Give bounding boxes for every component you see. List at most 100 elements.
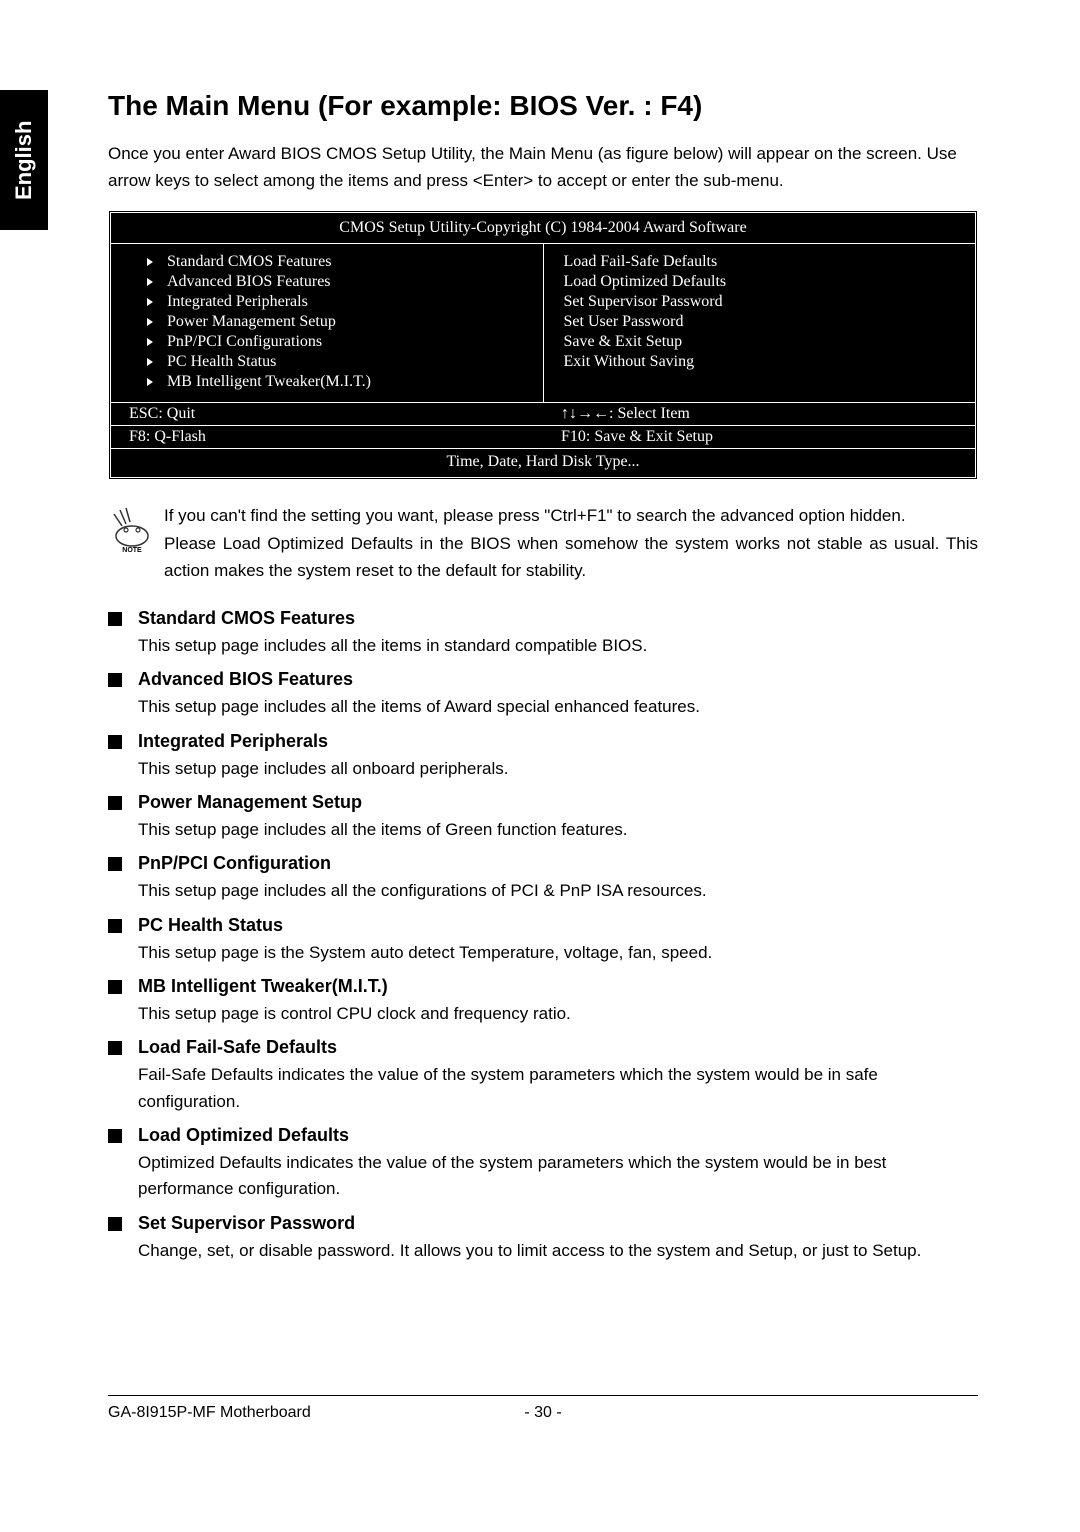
section-desc: This setup page includes all onboard per… <box>138 756 978 782</box>
note-text-1: If you can't find the setting you want, … <box>164 506 906 525</box>
bios-footer-arrows: ↑↓→←: Select Item <box>543 403 975 425</box>
section-title: Advanced BIOS Features <box>138 669 353 690</box>
bios-right-column: Load Fail-Safe Defaults Load Optimized D… <box>544 244 976 402</box>
arrow-icon <box>147 258 153 266</box>
bios-menu-item[interactable]: Power Management Setup <box>123 312 531 332</box>
arrow-icon <box>147 278 153 286</box>
bios-item-label: MB Intelligent Tweaker(M.I.T.) <box>167 373 371 391</box>
sections-list: Standard CMOS Features This setup page i… <box>108 608 978 1264</box>
section-desc: This setup page includes all the items o… <box>138 694 978 720</box>
bios-menu-item[interactable]: PC Health Status <box>123 352 531 372</box>
section-item: Set Supervisor Password Change, set, or … <box>108 1213 978 1264</box>
section-title: PnP/PCI Configuration <box>138 853 331 874</box>
section-title: PC Health Status <box>138 915 283 936</box>
bios-menu-item[interactable]: Exit Without Saving <box>556 352 964 372</box>
square-bullet-icon <box>108 919 122 933</box>
section-item: MB Intelligent Tweaker(M.I.T.) This setu… <box>108 976 978 1027</box>
section-title: Integrated Peripherals <box>138 731 328 752</box>
page-content: The Main Menu (For example: BIOS Ver. : … <box>108 90 978 1274</box>
section-desc: This setup page includes all the configu… <box>138 878 978 904</box>
section-desc: Fail-Safe Defaults indicates the value o… <box>138 1062 978 1115</box>
bios-footer-row: F8: Q-Flash F10: Save & Exit Setup <box>111 426 975 449</box>
footer-text: GA-8I915P-MF Motherboard - 30 - <box>108 1404 978 1422</box>
bios-menu-item[interactable]: Standard CMOS Features <box>123 252 531 272</box>
bios-item-label: Integrated Peripherals <box>167 293 308 311</box>
section-item: Standard CMOS Features This setup page i… <box>108 608 978 659</box>
section-title: Set Supervisor Password <box>138 1213 355 1234</box>
bios-menu-item[interactable]: Set User Password <box>556 312 964 332</box>
bios-item-label: Set User Password <box>564 313 684 331</box>
section-item: Integrated Peripherals This setup page i… <box>108 731 978 782</box>
square-bullet-icon <box>108 673 122 687</box>
bios-menu-item[interactable]: Advanced BIOS Features <box>123 272 531 292</box>
bios-item-label: Load Fail-Safe Defaults <box>564 253 718 271</box>
square-bullet-icon <box>108 612 122 626</box>
bios-help-text: Time, Date, Hard Disk Type... <box>111 449 975 477</box>
section-item: Load Optimized Defaults Optimized Defaul… <box>108 1125 978 1203</box>
bios-item-label: PnP/PCI Configurations <box>167 333 322 351</box>
bios-footer-f8: F8: Q-Flash <box>111 426 543 448</box>
language-label: English <box>11 120 37 199</box>
bios-footer-esc: ESC: Quit <box>111 403 543 425</box>
bios-menu-item[interactable]: Load Optimized Defaults <box>556 272 964 292</box>
bios-item-label: Save & Exit Setup <box>564 333 683 351</box>
section-title: Standard CMOS Features <box>138 608 355 629</box>
square-bullet-icon <box>108 1041 122 1055</box>
bios-footer-f10: F10: Save & Exit Setup <box>543 426 975 448</box>
square-bullet-icon <box>108 735 122 749</box>
note-text-2: Please Load Optimized Defaults in the BI… <box>164 534 978 580</box>
bios-item-label: PC Health Status <box>167 353 276 371</box>
section-title: Load Fail-Safe Defaults <box>138 1037 337 1058</box>
arrow-icon <box>147 358 153 366</box>
square-bullet-icon <box>108 796 122 810</box>
intro-text: Once you enter Award BIOS CMOS Setup Uti… <box>108 140 978 194</box>
bios-menu-item[interactable]: Set Supervisor Password <box>556 292 964 312</box>
section-title: Power Management Setup <box>138 792 362 813</box>
arrow-icon <box>147 298 153 306</box>
arrow-icon <box>147 318 153 326</box>
bios-menu-item[interactable]: PnP/PCI Configurations <box>123 332 531 352</box>
page-footer: GA-8I915P-MF Motherboard - 30 - <box>108 1395 978 1422</box>
footer-divider <box>108 1395 978 1396</box>
section-item: PnP/PCI Configuration This setup page in… <box>108 853 978 904</box>
section-item: Load Fail-Safe Defaults Fail-Safe Defaul… <box>108 1037 978 1115</box>
bios-header: CMOS Setup Utility-Copyright (C) 1984-20… <box>111 213 975 244</box>
section-title: MB Intelligent Tweaker(M.I.T.) <box>138 976 388 997</box>
section-desc: Optimized Defaults indicates the value o… <box>138 1150 978 1203</box>
bios-screen: CMOS Setup Utility-Copyright (C) 1984-20… <box>108 210 978 480</box>
bios-item-label: Power Management Setup <box>167 313 336 331</box>
bios-menu-item[interactable]: MB Intelligent Tweaker(M.I.T.) <box>123 372 531 392</box>
square-bullet-icon <box>108 1129 122 1143</box>
square-bullet-icon <box>108 980 122 994</box>
bios-item-label: Set Supervisor Password <box>564 293 723 311</box>
square-bullet-icon <box>108 1217 122 1231</box>
bios-menu-item[interactable]: Load Fail-Safe Defaults <box>556 252 964 272</box>
note-block: NOTE If you can't find the setting you w… <box>108 502 978 584</box>
section-item: Advanced BIOS Features This setup page i… <box>108 669 978 720</box>
section-desc: This setup page includes all the items o… <box>138 817 978 843</box>
footer-product: GA-8I915P-MF Motherboard <box>108 1404 311 1421</box>
square-bullet-icon <box>108 857 122 871</box>
section-desc: This setup page is the System auto detec… <box>138 940 978 966</box>
bios-menu-item[interactable]: Integrated Peripherals <box>123 292 531 312</box>
footer-page-number: - 30 - <box>524 1404 561 1422</box>
arrow-icon <box>147 338 153 346</box>
note-icon: NOTE <box>108 502 164 584</box>
bios-left-column: Standard CMOS Features Advanced BIOS Fea… <box>111 244 544 402</box>
section-desc: This setup page is control CPU clock and… <box>138 1001 978 1027</box>
bios-item-label: Load Optimized Defaults <box>564 273 727 291</box>
section-item: PC Health Status This setup page is the … <box>108 915 978 966</box>
page-title: The Main Menu (For example: BIOS Ver. : … <box>108 90 978 122</box>
section-title: Load Optimized Defaults <box>138 1125 349 1146</box>
svg-text:NOTE: NOTE <box>122 547 142 552</box>
section-desc: This setup page includes all the items i… <box>138 633 978 659</box>
bios-footer-row: ESC: Quit ↑↓→←: Select Item <box>111 403 975 426</box>
bios-body: Standard CMOS Features Advanced BIOS Fea… <box>111 244 975 403</box>
section-desc: Change, set, or disable password. It all… <box>138 1238 978 1264</box>
bios-menu-item[interactable]: Save & Exit Setup <box>556 332 964 352</box>
bios-item-label: Advanced BIOS Features <box>167 273 331 291</box>
language-tab: English <box>0 90 48 230</box>
note-text-wrapper: If you can't find the setting you want, … <box>164 502 978 584</box>
bios-item-label: Exit Without Saving <box>564 353 695 371</box>
bios-item-label: Standard CMOS Features <box>167 253 331 271</box>
